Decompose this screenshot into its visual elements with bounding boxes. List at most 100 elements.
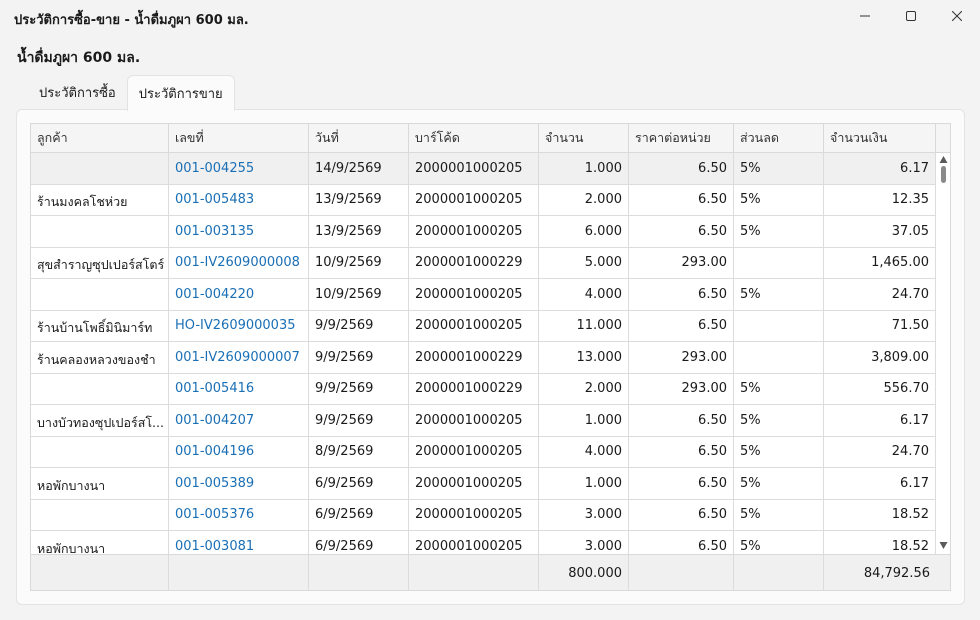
cell-quantity: 4.000 — [539, 279, 629, 310]
table-row[interactable]: สุขสำราญซุปเปอร์สโตร์ 001-IV2609000008 10/… — [31, 247, 936, 279]
cell-quantity: 5.000 — [539, 247, 629, 278]
table-row[interactable]: 001-004220 10/9/2569 2000001000205 4.000 6.5… — [31, 279, 936, 311]
footer-amount-total: 84,792.56 — [863, 565, 930, 581]
table-row[interactable]: หอพักบางนา 001-003081 6/9/2569 200000100020… — [31, 531, 936, 554]
cell-quantity: 2.000 — [539, 184, 629, 215]
column-header-customer[interactable]: ลูกค้า — [31, 124, 169, 153]
cell-unit-price: 6.50 — [629, 153, 734, 184]
cell-date: 6/9/2569 — [309, 468, 409, 499]
column-header-quantity[interactable]: จำนวน — [539, 124, 629, 153]
cell-quantity: 3.000 — [539, 531, 629, 554]
cell-doc-no[interactable]: 001-004196 — [169, 436, 309, 467]
cell-doc-no[interactable]: 001-IV2609000008 — [169, 247, 309, 278]
product-title: น้ำดื่มภูผา 600 มล. — [17, 50, 141, 66]
cell-discount: 5% — [734, 279, 824, 310]
cell-quantity: 3.000 — [539, 499, 629, 530]
cell-discount: 5% — [734, 184, 824, 215]
table-row[interactable]: ร้านบ้านโพธิ์มินิมาร์ท HO-IV2609000035 9/9… — [31, 310, 936, 342]
cell-doc-no[interactable]: 001-005389 — [169, 468, 309, 499]
cell-doc-no[interactable]: 001-004255 — [169, 153, 309, 184]
cell-unit-price: 6.50 — [629, 216, 734, 247]
cell-discount — [734, 247, 824, 278]
cell-amount: 1,465.00 — [824, 247, 936, 278]
cell-barcode: 2000001000205 — [409, 310, 539, 341]
cell-amount: 6.17 — [824, 153, 936, 184]
cell-amount: 71.50 — [824, 310, 936, 341]
table-row[interactable]: 001-004196 8/9/2569 2000001000205 4.000 6.50… — [31, 436, 936, 468]
cell-barcode: 2000001000205 — [409, 184, 539, 215]
scroll-up-icon[interactable] — [939, 155, 948, 164]
cell-customer: สุขสำราญซุปเปอร์สโตร์ — [31, 247, 169, 278]
cell-customer: ร้านมงคลโชห่วย — [31, 184, 169, 215]
cell-barcode: 2000001000229 — [409, 247, 539, 278]
cell-unit-price: 6.50 — [629, 405, 734, 436]
cell-amount: 18.52 — [824, 499, 936, 530]
cell-doc-no[interactable]: 001-005416 — [169, 373, 309, 404]
cell-discount: 5% — [734, 499, 824, 530]
cell-quantity: 1.000 — [539, 405, 629, 436]
column-header-doc-no[interactable]: เลขที่ — [169, 124, 309, 153]
maximize-button[interactable] — [888, 0, 934, 32]
cell-doc-no[interactable]: 001-004220 — [169, 279, 309, 310]
column-header-date[interactable]: วันที่ — [309, 124, 409, 153]
cell-date: 9/9/2569 — [309, 310, 409, 341]
column-header-amount[interactable]: จำนวนเงิน — [824, 124, 936, 153]
cell-date: 9/9/2569 — [309, 405, 409, 436]
table-row[interactable]: 001-005416 9/9/2569 2000001000229 2.000 293.… — [31, 373, 936, 405]
cell-customer: บางบัวทองซุปเปอร์สโ... — [31, 405, 169, 436]
vertical-scrollbar[interactable] — [936, 153, 950, 554]
cell-amount: 12.35 — [824, 184, 936, 215]
column-header-discount[interactable]: ส่วนลด — [734, 124, 824, 153]
cell-date: 6/9/2569 — [309, 531, 409, 554]
cell-quantity: 6.000 — [539, 216, 629, 247]
cell-amount: 18.52 — [824, 531, 936, 554]
cell-barcode: 2000001000205 — [409, 531, 539, 554]
column-header-unit-price[interactable]: ราคาต่อหน่วย — [629, 124, 734, 153]
cell-amount: 24.70 — [824, 279, 936, 310]
cell-customer: หอพักบางนา — [31, 531, 169, 554]
cell-doc-no[interactable]: HO-IV2609000035 — [169, 310, 309, 341]
tab-purchase-history[interactable]: ประวัติการซื้อ — [28, 75, 127, 110]
cell-date: 9/9/2569 — [309, 373, 409, 404]
tab-sales-history[interactable]: ประวัติการขาย — [126, 75, 235, 111]
cell-discount — [734, 342, 824, 373]
cell-amount: 24.70 — [824, 436, 936, 467]
table-row[interactable]: 001-004255 14/9/2569 2000001000205 1.000 6.5… — [31, 153, 936, 185]
column-header-barcode[interactable]: บาร์โค้ด — [409, 124, 539, 153]
window-title: ประวัติการซื้อ-ขาย - น้ำดื่มภูผา 600 มล. — [14, 13, 249, 28]
cell-quantity: 4.000 — [539, 436, 629, 467]
cell-date: 10/9/2569 — [309, 279, 409, 310]
cell-amount: 37.05 — [824, 216, 936, 247]
cell-barcode: 2000001000205 — [409, 153, 539, 184]
close-button[interactable] — [934, 0, 980, 32]
cell-doc-no[interactable]: 001-IV2609000007 — [169, 342, 309, 373]
table-row[interactable]: 001-003135 13/9/2569 2000001000205 6.000 6.5… — [31, 216, 936, 248]
cell-barcode: 2000001000205 — [409, 279, 539, 310]
cell-quantity: 1.000 — [539, 468, 629, 499]
cell-doc-no[interactable]: 001-003081 — [169, 531, 309, 554]
grid-footer: 800.000 84,792.56 — [31, 554, 950, 590]
cell-doc-no[interactable]: 001-003135 — [169, 216, 309, 247]
cell-doc-no[interactable]: 001-005376 — [169, 499, 309, 530]
cell-doc-no[interactable]: 001-005483 — [169, 184, 309, 215]
cell-doc-no[interactable]: 001-004207 — [169, 405, 309, 436]
header-corner — [936, 124, 950, 153]
title-bar: ประวัติการซื้อ-ขาย - น้ำดื่มภูผา 600 มล. — [0, 0, 980, 34]
maximize-icon — [906, 11, 916, 21]
table-row[interactable]: ร้านคลองหลวงของชำ 001-IV2609000007 9/9/256… — [31, 342, 936, 374]
cell-barcode: 2000001000205 — [409, 216, 539, 247]
table-row[interactable]: ร้านมงคลโชห่วย 001-005483 13/9/2569 2000001… — [31, 184, 936, 216]
cell-amount: 6.17 — [824, 468, 936, 499]
sales-grid: ลูกค้า เลขที่ วันที่ บาร์โค้ด จำนวน ราคา… — [30, 123, 951, 591]
cell-quantity: 1.000 — [539, 153, 629, 184]
cell-discount: 5% — [734, 153, 824, 184]
cell-unit-price: 293.00 — [629, 373, 734, 404]
table-row[interactable]: บางบัวทองซุปเปอร์สโ... 001-004207 9/9/2569… — [31, 405, 936, 437]
scroll-thumb[interactable] — [941, 166, 946, 183]
scroll-down-icon[interactable] — [939, 541, 948, 550]
cell-date: 8/9/2569 — [309, 436, 409, 467]
table-row[interactable]: 001-005376 6/9/2569 2000001000205 3.000 6.50… — [31, 499, 936, 531]
table-row[interactable]: หอพักบางนา 001-005389 6/9/2569 200000100020… — [31, 468, 936, 500]
cell-customer: ร้านคลองหลวงของชำ — [31, 342, 169, 373]
minimize-button[interactable] — [842, 0, 888, 32]
